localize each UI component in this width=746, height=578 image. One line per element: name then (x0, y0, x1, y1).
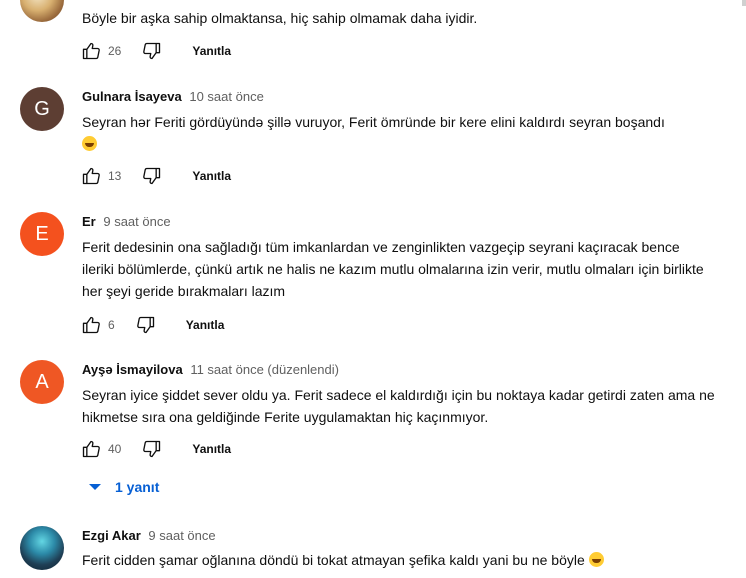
thumb-down-icon[interactable] (135, 314, 157, 336)
timestamp[interactable]: 10 saat önce (189, 89, 263, 104)
chevron-down-icon (89, 484, 101, 490)
author-name[interactable]: Gulnara İsayeva (82, 89, 182, 104)
thumb-down-icon[interactable] (141, 438, 163, 460)
avatar[interactable]: E (20, 212, 64, 256)
thumb-up-icon[interactable] (80, 40, 102, 62)
comment-header: Gulnara İsayeva 10 saat önce (82, 89, 264, 104)
scrollbar-thumb[interactable] (742, 0, 746, 6)
comment-actions: 26 Yanıtla (80, 39, 231, 63)
author-name[interactable]: Ayşə İsmayilova (82, 362, 183, 377)
thumb-down-icon[interactable] (141, 165, 163, 187)
author-name[interactable]: Ezgi Akar (82, 528, 141, 543)
comment-text: Ferit cidden şamar oğlanına döndü bi tok… (82, 549, 726, 571)
thumb-down-icon[interactable] (141, 40, 163, 62)
comment-text: Seyran hər Feriti gördüyündə şillə vuruy… (82, 111, 726, 155)
avatar[interactable] (20, 0, 64, 22)
thumb-up-icon[interactable] (80, 314, 102, 336)
grinning-face-with-sweat-icon (588, 552, 604, 567)
comment-header: Ayşə İsmayilova 11 saat önce (düzenlendi… (82, 362, 339, 377)
reply-button[interactable]: Yanıtla (192, 44, 231, 58)
reply-button[interactable]: Yanıtla (192, 169, 231, 183)
comment-header: Er 9 saat önce (82, 214, 171, 229)
comment-actions: 13 Yanıtla (80, 164, 231, 188)
comment-text: Seyran iyice şiddet sever oldu ya. Ferit… (82, 387, 715, 425)
comment-text: Ferit dedesinin ona sağladığı tüm imkanl… (82, 239, 704, 299)
like-count: 40 (108, 442, 122, 456)
like-count: 6 (108, 318, 115, 332)
thumb-up-icon[interactable] (80, 165, 102, 187)
view-replies-button[interactable]: 1 yanıt (88, 479, 159, 495)
timestamp[interactable]: 9 saat önce (148, 528, 215, 543)
like-count: 13 (108, 169, 122, 183)
reply-button[interactable]: Yanıtla (186, 318, 225, 332)
like-count: 26 (108, 44, 122, 58)
timestamp[interactable]: 9 saat önce (103, 214, 170, 229)
comment-actions: 40 Yanıtla (80, 437, 231, 461)
thumb-up-icon[interactable] (80, 438, 102, 460)
comment-header: Ezgi Akar 9 saat önce (82, 528, 216, 543)
comment-text: Böyle bir aşka sahip olmaktansa, hiç sah… (82, 10, 478, 26)
avatar[interactable]: A (20, 360, 64, 404)
reply-button[interactable]: Yanıtla (192, 442, 231, 456)
avatar[interactable] (20, 526, 64, 570)
author-name[interactable]: Er (82, 214, 96, 229)
timestamp[interactable]: 11 saat önce (düzenlendi) (190, 362, 339, 377)
avatar[interactable]: G (20, 87, 64, 131)
comment-actions: 6 Yanıtla (80, 313, 224, 337)
grinning-face-with-sweat-icon (82, 136, 97, 151)
